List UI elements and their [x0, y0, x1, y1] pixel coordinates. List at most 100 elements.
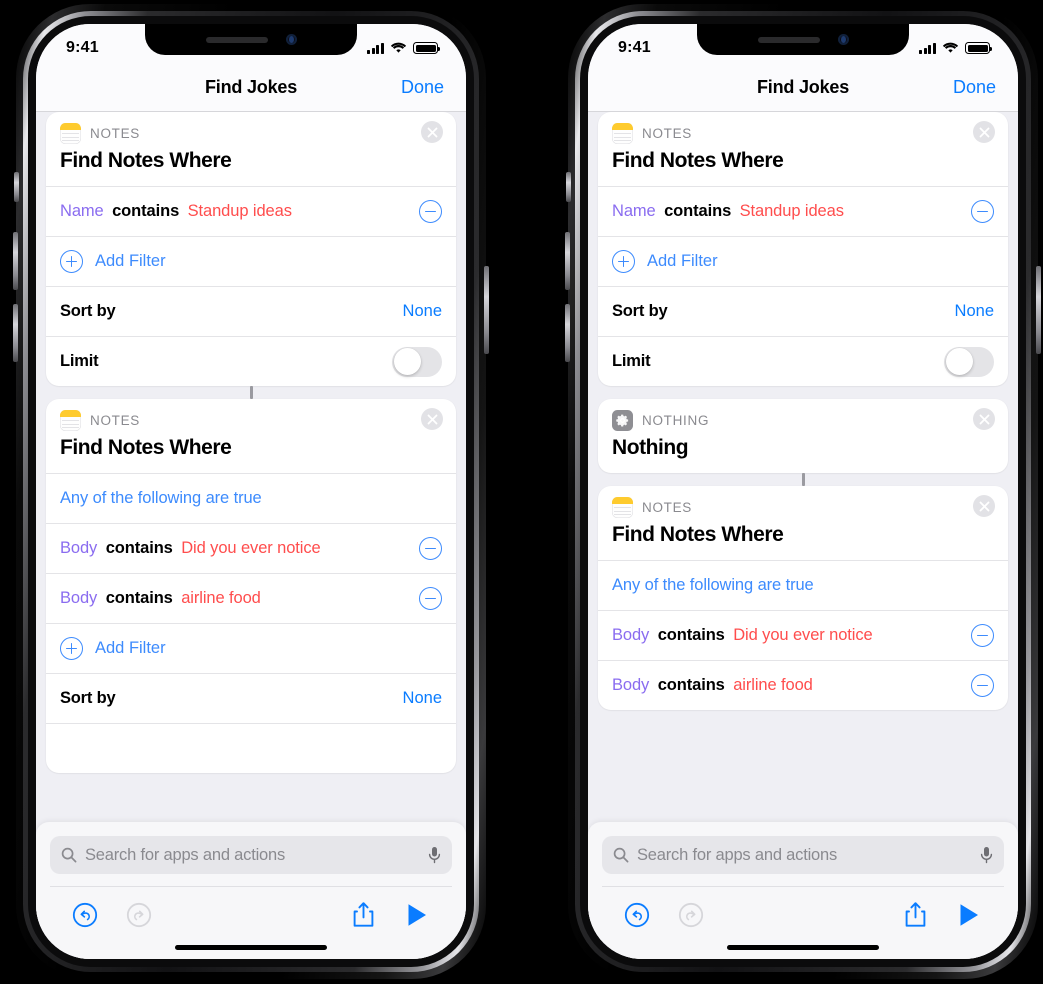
- limit-toggle[interactable]: [944, 346, 994, 377]
- close-icon[interactable]: [421, 408, 443, 430]
- search-input[interactable]: Search for apps and actions: [637, 846, 972, 865]
- add-filter-label: Add Filter: [95, 639, 166, 657]
- card-app-name: NOTES: [90, 126, 141, 141]
- notes-app-icon: [60, 410, 81, 431]
- add-filter-row[interactable]: Add Filter: [598, 236, 1008, 286]
- action-card[interactable]: NOTES Find Notes Where Any of the follow…: [46, 399, 456, 773]
- done-button[interactable]: Done: [401, 77, 444, 98]
- status-indicators: [918, 42, 993, 54]
- minus-circle-icon[interactable]: [419, 587, 442, 610]
- front-camera-icon: [285, 34, 297, 45]
- card-gap: [598, 386, 1008, 399]
- home-indicator[interactable]: [175, 945, 327, 950]
- silence-switch[interactable]: [566, 172, 571, 202]
- play-icon: [408, 904, 426, 926]
- play-button[interactable]: [390, 893, 444, 937]
- close-icon[interactable]: [421, 121, 443, 143]
- filter-criterion-row[interactable]: Body contains airline food: [598, 660, 1008, 710]
- filter-criterion-row[interactable]: Name contains Standup ideas: [598, 186, 1008, 236]
- criterion-attribute: Body contains airline food: [60, 589, 261, 607]
- sort-by-value[interactable]: None: [955, 302, 994, 321]
- minus-circle-icon[interactable]: [971, 200, 994, 223]
- wifi-icon: [390, 42, 407, 53]
- plus-circle-icon[interactable]: [612, 250, 635, 273]
- add-filter-label: Add Filter: [647, 252, 718, 270]
- minus-circle-icon[interactable]: [419, 537, 442, 560]
- wifi-icon: [942, 42, 959, 53]
- redo-button: [112, 893, 166, 937]
- earpiece-speaker: [757, 36, 820, 43]
- action-card[interactable]: NOTES Find Notes Where Name contains Sta…: [598, 112, 1008, 386]
- volume-up-button[interactable]: [565, 232, 570, 290]
- search-bar[interactable]: Search for apps and actions: [50, 836, 452, 874]
- card-title: Find Notes Where: [60, 149, 232, 172]
- volume-down-button[interactable]: [565, 304, 570, 362]
- card-title: Find Notes Where: [612, 523, 784, 546]
- notes-app-icon: [612, 497, 633, 518]
- done-button[interactable]: Done: [953, 77, 996, 98]
- sort-by-value[interactable]: None: [403, 302, 442, 321]
- card-app-name: NOTES: [90, 413, 141, 428]
- limit-toggle[interactable]: [392, 346, 442, 377]
- editor-toolbar: [50, 886, 452, 943]
- play-button[interactable]: [942, 893, 996, 937]
- microphone-icon[interactable]: [428, 846, 441, 864]
- status-indicators: [366, 42, 441, 54]
- filter-criterion-row[interactable]: Body contains Did you ever notice: [46, 523, 456, 573]
- right-phone: 9:41 Find Jokes Done NOTES Find Notes Wh…: [565, 4, 1041, 979]
- sort-by-value[interactable]: None: [403, 689, 442, 708]
- action-card[interactable]: NOTHING Nothing: [598, 399, 1008, 473]
- power-button[interactable]: [484, 266, 489, 354]
- filler-row: [46, 723, 456, 773]
- signal-bars-icon: [918, 42, 936, 54]
- filter-criterion-row[interactable]: Name contains Standup ideas: [46, 186, 456, 236]
- earpiece-speaker: [205, 36, 268, 43]
- minus-circle-icon[interactable]: [971, 624, 994, 647]
- notch: [145, 24, 357, 55]
- volume-down-button[interactable]: [13, 304, 18, 362]
- sort-by-row[interactable]: Sort by None: [46, 286, 456, 336]
- play-icon: [960, 904, 978, 926]
- undo-button[interactable]: [58, 893, 112, 937]
- battery-full-icon: [413, 42, 441, 54]
- minus-circle-icon[interactable]: [419, 200, 442, 223]
- silence-switch[interactable]: [14, 172, 19, 202]
- filter-criterion-row[interactable]: Body contains airline food: [46, 573, 456, 623]
- status-time: 9:41: [66, 39, 99, 56]
- card-title: Find Notes Where: [60, 436, 232, 459]
- add-filter-row[interactable]: Add Filter: [46, 236, 456, 286]
- volume-up-button[interactable]: [13, 232, 18, 290]
- search-input[interactable]: Search for apps and actions: [85, 846, 420, 865]
- microphone-icon[interactable]: [980, 846, 993, 864]
- undo-icon: [72, 902, 98, 928]
- action-card[interactable]: NOTES Find Notes Where Any of the follow…: [598, 486, 1008, 710]
- condition-row[interactable]: Any of the following are true: [598, 560, 1008, 610]
- plus-circle-icon[interactable]: [60, 250, 83, 273]
- action-card[interactable]: NOTES Find Notes Where Name contains Sta…: [46, 112, 456, 386]
- share-icon: [905, 902, 925, 927]
- filter-criterion-row[interactable]: Body contains Did you ever notice: [598, 610, 1008, 660]
- limit-row[interactable]: Limit: [598, 336, 1008, 386]
- close-icon[interactable]: [973, 495, 995, 517]
- sort-by-label: Sort by: [60, 689, 116, 707]
- plus-circle-icon[interactable]: [60, 637, 83, 660]
- power-button[interactable]: [1036, 266, 1041, 354]
- share-button[interactable]: [888, 893, 942, 937]
- minus-circle-icon[interactable]: [971, 674, 994, 697]
- limit-row[interactable]: Limit: [46, 336, 456, 386]
- share-button[interactable]: [336, 893, 390, 937]
- sort-by-row[interactable]: Sort by None: [46, 673, 456, 723]
- close-icon[interactable]: [973, 121, 995, 143]
- home-indicator[interactable]: [727, 945, 879, 950]
- condition-label: Any of the following are true: [612, 576, 814, 594]
- status-time: 9:41: [618, 39, 651, 56]
- add-filter-row[interactable]: Add Filter: [46, 623, 456, 673]
- close-icon[interactable]: [973, 408, 995, 430]
- condition-row[interactable]: Any of the following are true: [46, 473, 456, 523]
- undo-button[interactable]: [610, 893, 664, 937]
- card-app-name: NOTES: [642, 500, 693, 515]
- nothing-gear-icon: [612, 410, 633, 431]
- sort-by-row[interactable]: Sort by None: [598, 286, 1008, 336]
- limit-label: Limit: [612, 352, 651, 370]
- search-bar[interactable]: Search for apps and actions: [602, 836, 1004, 874]
